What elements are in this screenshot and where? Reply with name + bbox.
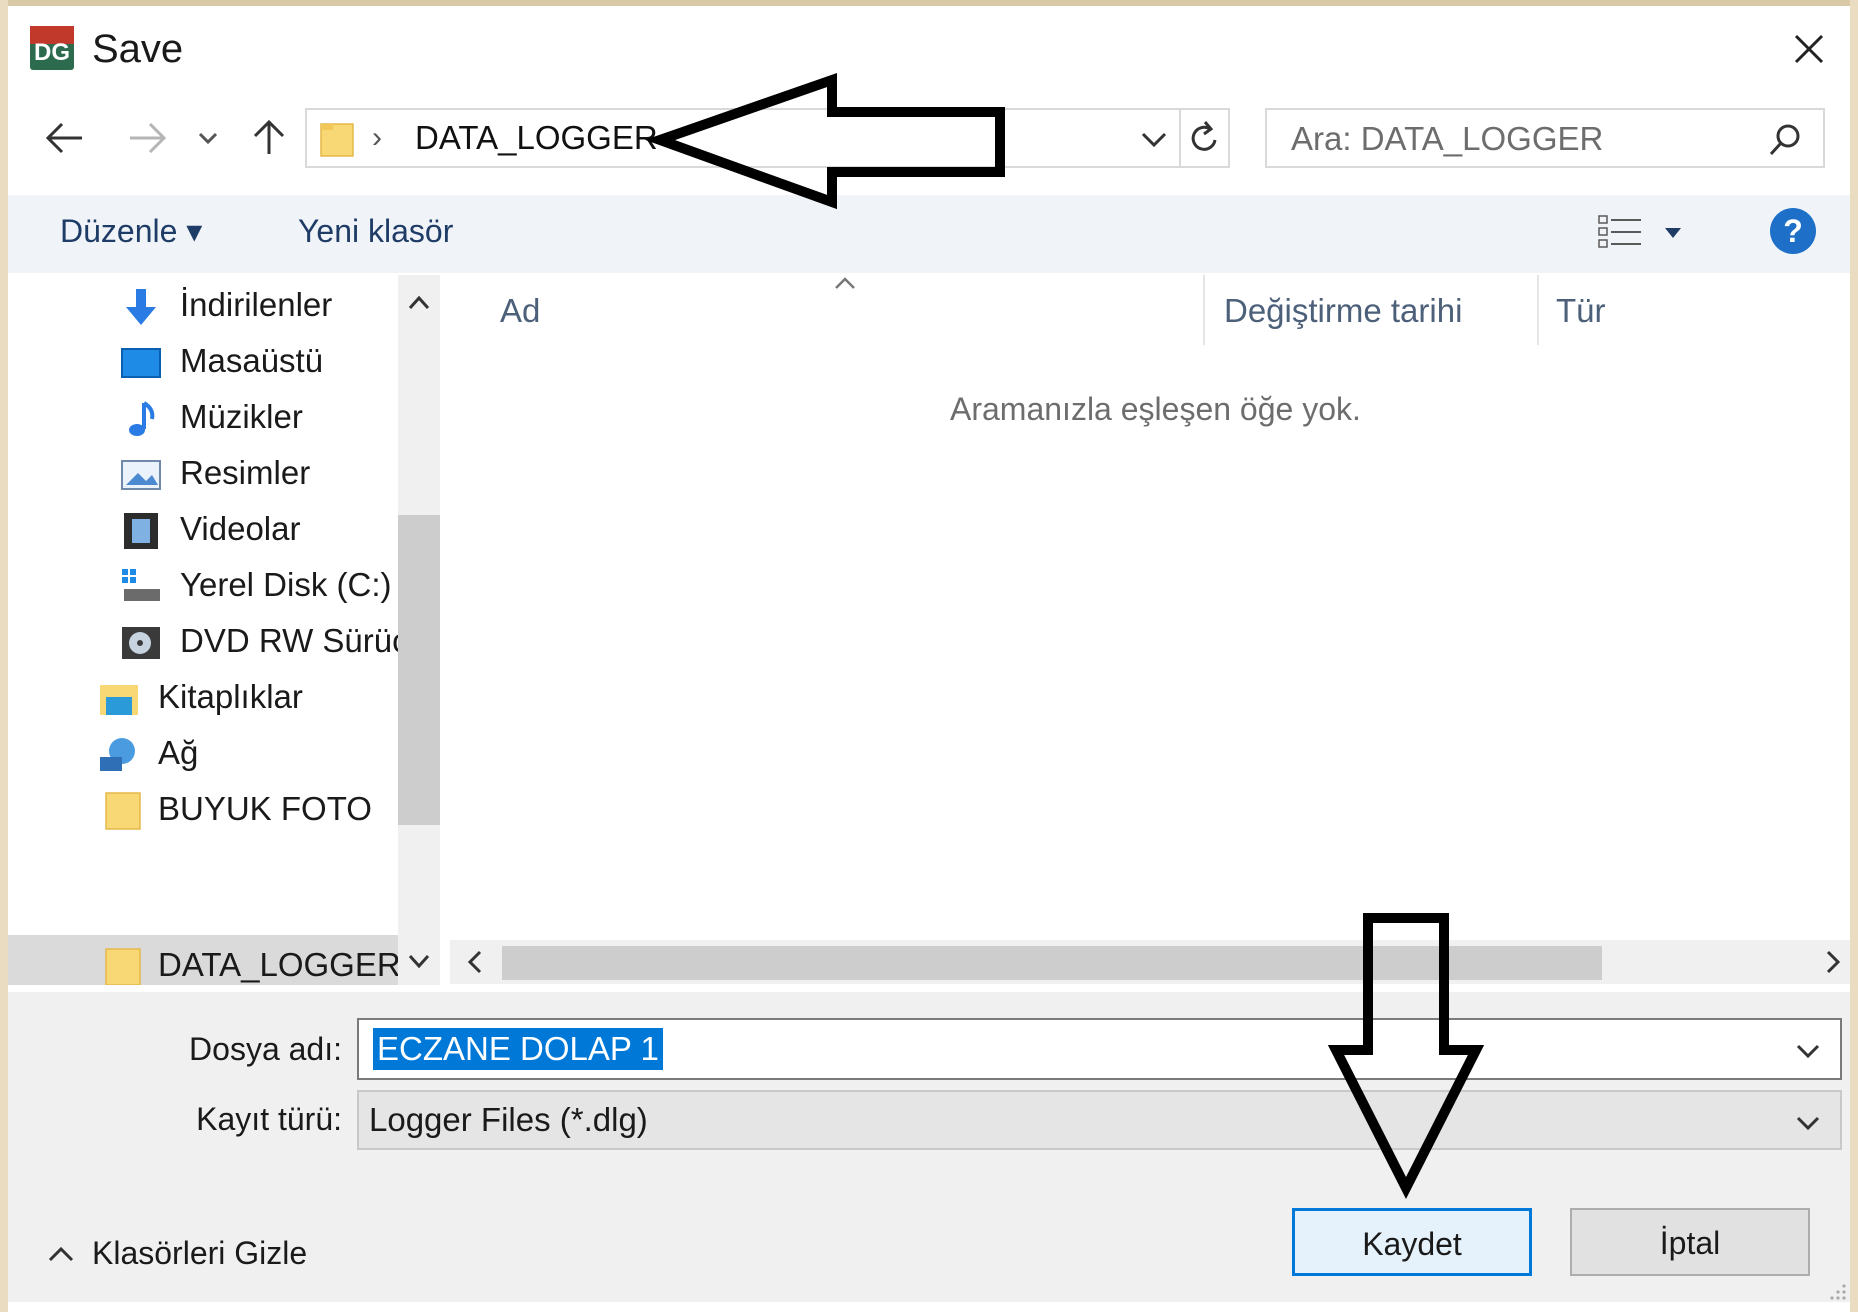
search-placeholder: Ara: DATA_LOGGER [1291,120,1604,157]
arrow-up-icon [253,119,285,154]
filename-input[interactable]: ECZANE DOLAP 1 [357,1018,1842,1080]
refresh-button[interactable] [1179,110,1229,166]
filetype-select[interactable]: Logger Files (*.dlg) [357,1090,1842,1150]
folder-icon [105,792,141,830]
chevron-right-icon [1826,950,1841,974]
close-button[interactable] [1778,22,1838,76]
sort-ascending-icon [835,277,855,289]
filetype-label: Kayıt türü: [196,1101,342,1137]
chevron-down-icon [198,132,218,145]
sidebar-item-libraries[interactable]: Kitaplıklar [8,667,408,727]
window-frame-left [0,0,8,1312]
breadcrumb-separator: › [372,121,382,154]
chevron-down-icon[interactable] [1790,1030,1826,1070]
network-icon [100,738,135,771]
new-folder-button[interactable]: Yeni klasör [298,208,453,254]
video-icon [124,513,158,549]
chevron-down-icon [1141,132,1167,148]
address-bar[interactable]: › DATA_LOGGER [305,108,1230,168]
sidebar-scroll-down-button[interactable] [398,938,440,984]
column-header-name[interactable]: Ad [500,288,540,334]
refresh-icon [1191,121,1217,151]
command-bar [8,195,1850,273]
help-icon[interactable]: ? [1770,208,1816,254]
sidebar-item-music[interactable]: Müzikler [8,387,408,447]
address-dropdown-button[interactable] [1129,116,1179,160]
view-details-icon [1598,215,1681,248]
music-icon [129,401,155,436]
search-icon[interactable] [1765,120,1805,160]
resize-grip-icon[interactable] [1826,1282,1848,1302]
organize-button[interactable]: Düzenle ▾ [60,208,202,254]
recent-locations-button[interactable] [188,110,228,164]
filename-value[interactable]: ECZANE DOLAP 1 [373,1028,663,1070]
drive-icon [122,569,160,601]
file-list-scrollbar-thumb[interactable] [502,946,1602,980]
cancel-button[interactable]: İptal [1570,1208,1810,1276]
forward-button[interactable] [120,110,174,164]
view-options-button[interactable] [1595,208,1685,256]
column-header-type[interactable]: Tür [1556,288,1606,334]
sidebar-item-data-logger[interactable]: DATA_LOGGER [8,935,401,985]
sidebar-scrollbar-thumb[interactable] [398,515,440,825]
chevron-up-icon [408,295,430,310]
search-input[interactable]: Ara: DATA_LOGGER [1265,108,1825,168]
folder-icon [105,948,141,985]
breadcrumb-folder[interactable]: DATA_LOGGER [415,116,658,160]
sidebar-scroll-up-button[interactable] [398,280,440,326]
close-icon [1794,34,1824,64]
save-button[interactable]: Kaydet [1292,1208,1532,1276]
sidebar-item-dvd-drive[interactable]: DVD RW Sürüc [8,611,409,671]
empty-list-message: Aramanızla eşleşen öğe yok. [950,391,1361,427]
sidebar-item-desktop[interactable]: Masaüstü [8,331,408,391]
chevron-left-icon [467,950,482,974]
window-frame-top [0,0,1858,6]
column-divider[interactable] [1203,275,1205,345]
sidebar-item-local-disk[interactable]: Yerel Disk (C:) [8,555,408,615]
dvd-icon [122,627,160,659]
folder-icon [320,123,354,157]
scroll-left-button[interactable] [456,940,496,984]
sidebar-item-downloads[interactable]: İndirilenler [8,275,408,335]
pictures-icon [121,460,161,490]
chevron-down-icon [1796,1116,1820,1131]
up-button[interactable] [242,110,296,164]
column-divider[interactable] [1537,275,1539,345]
app-icon: DG [30,26,74,70]
arrow-left-icon [45,122,82,154]
window-frame-right [1850,0,1858,1312]
chevron-up-icon [48,1246,74,1262]
libraries-icon [100,685,138,715]
filename-label: Dosya adı: [189,1031,342,1067]
download-icon [126,289,156,325]
sidebar-item-videos[interactable]: Videolar [8,499,408,559]
column-header-date-modified[interactable]: Değiştirme tarihi [1224,288,1462,334]
desktop-icon [121,348,161,378]
sidebar-item-pictures[interactable]: Resimler [8,443,408,503]
navigation-pane: İndirilenler Masaüstü Müzikler Resimler … [8,275,440,985]
back-button[interactable] [38,110,92,164]
arrow-right-icon [130,122,167,154]
sidebar-item-buyuk-foto[interactable]: BUYUK FOTO [8,779,408,839]
scroll-right-button[interactable] [1812,940,1852,984]
sidebar-item-network[interactable]: Ağ [8,723,408,783]
filetype-value: Logger Files (*.dlg) [369,1101,648,1138]
chevron-down-icon [408,954,430,969]
window-title: Save [92,27,184,71]
